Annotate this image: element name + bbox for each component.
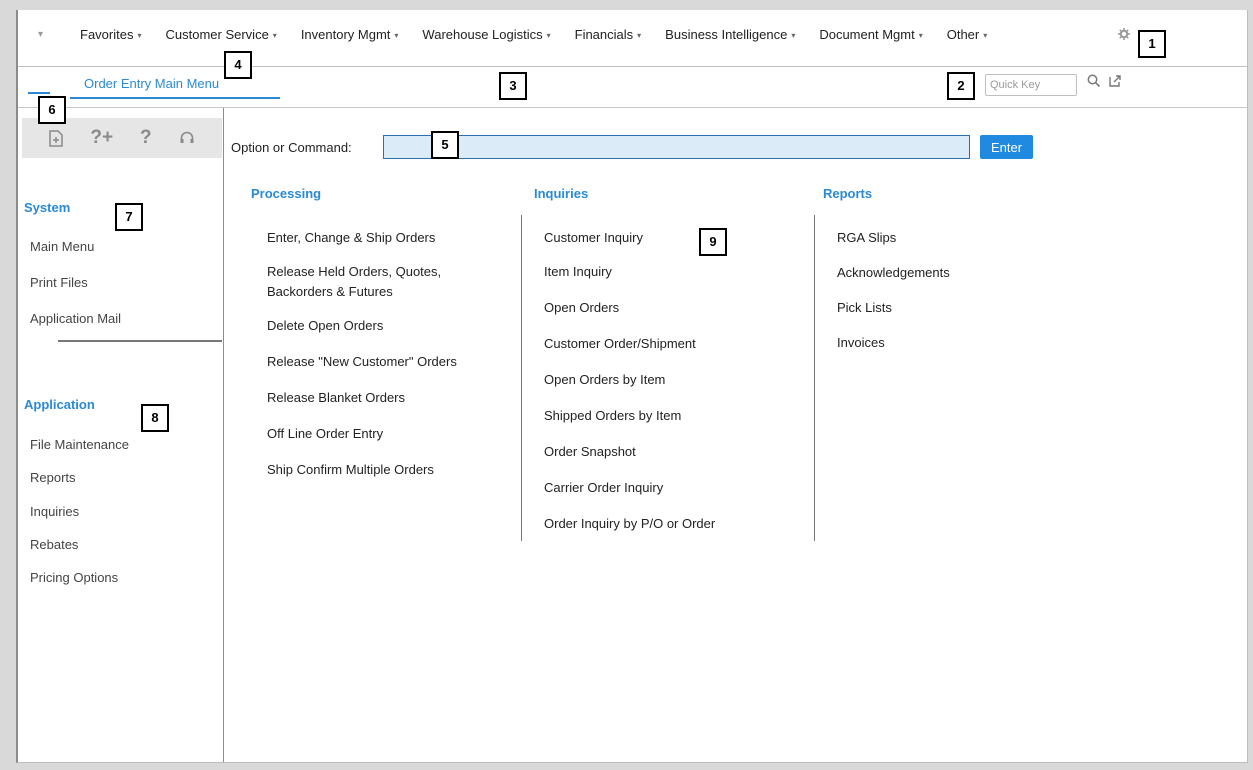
menu-link-pick-lists[interactable]: Pick Lists — [837, 298, 892, 318]
nav-item-customer-service[interactable]: Customer Service ▾ — [165, 27, 276, 42]
menu-link-shipped-orders-by-item[interactable]: Shipped Orders by Item — [544, 406, 681, 426]
help-plus-icon[interactable]: ?+ — [90, 127, 113, 149]
chevron-down-icon: ▾ — [272, 31, 277, 40]
reports-column: Reports — [823, 186, 872, 201]
callout-5: 5 — [431, 131, 459, 159]
sidebar-toolbar: ?+ ? — [22, 118, 222, 158]
menu-link-delete-open-orders[interactable]: Delete Open Orders — [267, 316, 383, 336]
menu-link-customer-order-shipment[interactable]: Customer Order/Shipment — [544, 334, 696, 354]
enter-button[interactable]: Enter — [980, 135, 1033, 159]
nav-item-document-mgmt[interactable]: Document Mgmt ▾ — [819, 27, 922, 42]
support-headset-icon[interactable] — [179, 130, 195, 146]
command-label: Option or Command: — [231, 140, 352, 155]
tab-order-entry-main-menu[interactable]: Order Entry Main Menu — [70, 76, 280, 99]
chevron-down-icon: ▾ — [394, 31, 399, 40]
menu-link-customer-inquiry[interactable]: Customer Inquiry — [544, 228, 643, 248]
nav-item-business-intelligence[interactable]: Business Intelligence ▾ — [665, 27, 795, 42]
quick-key-input[interactable] — [985, 74, 1077, 96]
menu-link-invoices[interactable]: Invoices — [837, 333, 885, 353]
callout-8: 8 — [141, 404, 169, 432]
menu-link-release-held-orders[interactable]: Release Held Orders, Quotes, — [267, 262, 441, 282]
top-nav: ▾ Favorites ▾ Customer Service ▾ Inventory… — [18, 10, 1247, 67]
nav-item-warehouse-logistics[interactable]: Warehouse Logistics ▾ — [422, 27, 550, 42]
menu-link-order-inquiry-by-po[interactable]: Order Inquiry by P/O or Order — [544, 514, 715, 534]
help-icon[interactable]: ? — [140, 127, 152, 149]
processing-column: Processing — [251, 186, 321, 201]
command-input[interactable] — [383, 135, 970, 159]
open-external-icon[interactable] — [1108, 74, 1124, 90]
menu-link-rga-slips[interactable]: RGA Slips — [837, 228, 896, 248]
callout-4: 4 — [224, 51, 252, 79]
nav-item-favorites[interactable]: Favorites ▾ — [80, 27, 141, 42]
nav-item-financials[interactable]: Financials ▾ — [575, 27, 642, 42]
callout-3: 3 — [499, 72, 527, 100]
sidebar-item-inquiries[interactable]: Inquiries — [30, 504, 79, 519]
menu-link-order-snapshot[interactable]: Order Snapshot — [544, 442, 636, 462]
menu-link-open-orders[interactable]: Open Orders — [544, 298, 619, 318]
menu-link-ship-confirm-multiple-orders[interactable]: Ship Confirm Multiple Orders — [267, 460, 434, 480]
chevron-down-icon: ▾ — [637, 31, 642, 40]
sidebar-item-pricing-options[interactable]: Pricing Options — [30, 570, 118, 585]
processing-heading: Processing — [251, 186, 322, 201]
callout-9: 9 — [699, 228, 727, 256]
menu-link-item-inquiry[interactable]: Item Inquiry — [544, 262, 612, 282]
sidebar-section-system: System — [24, 200, 71, 215]
menu-link-acknowledgements[interactable]: Acknowledgements — [837, 263, 950, 283]
inquiries-column: Inquiries — [534, 186, 588, 201]
sidebar-divider — [58, 340, 222, 342]
chevron-down-icon: ▾ — [137, 31, 142, 40]
callout-2: 2 — [947, 72, 975, 100]
menu-link-enter-change-ship-orders[interactable]: Enter, Change & Ship Orders — [267, 228, 435, 248]
sidebar-item-application-mail[interactable]: Application Mail — [30, 311, 121, 326]
callout-1: 1 — [1138, 30, 1166, 58]
reports-heading: Reports — [823, 186, 873, 201]
sidebar-item-rebates[interactable]: Rebates — [30, 537, 78, 552]
menu-link-open-orders-by-item[interactable]: Open Orders by Item — [544, 370, 665, 390]
chevron-down-icon: ▾ — [918, 31, 923, 40]
sidebar-item-reports[interactable]: Reports — [30, 470, 76, 485]
chevron-down-icon: ▾ — [546, 31, 551, 40]
nav-item-inventory-mgmt[interactable]: Inventory Mgmt ▾ — [301, 27, 399, 42]
sidebar-item-file-maintenance[interactable]: File Maintenance — [30, 437, 129, 452]
menu-link-off-line-order-entry[interactable]: Off Line Order Entry — [267, 424, 383, 444]
menu-link-release-new-customer-orders[interactable]: Release "New Customer" Orders — [267, 352, 457, 372]
inquiries-heading: Inquiries — [534, 186, 589, 201]
column-divider — [814, 215, 815, 541]
callout-6: 6 — [38, 96, 66, 124]
menu-link-release-blanket-orders[interactable]: Release Blanket Orders — [267, 388, 405, 408]
sidebar-item-print-files[interactable]: Print Files — [30, 275, 88, 290]
menu-link-release-held-orders-cont[interactable]: Backorders & Futures — [267, 282, 393, 302]
chevron-down-icon: ▾ — [791, 31, 796, 40]
nav-item-other[interactable]: Other ▾ — [947, 27, 988, 42]
chevron-down-icon: ▾ — [983, 31, 988, 40]
tab-indicator — [28, 92, 50, 94]
callout-7: 7 — [115, 203, 143, 231]
sidebar-section-application: Application — [24, 397, 95, 412]
search-icon[interactable] — [1087, 74, 1103, 90]
gear-icon[interactable] — [1118, 28, 1130, 43]
new-document-icon[interactable] — [49, 129, 64, 147]
nav-collapse-icon[interactable]: ▾ — [38, 29, 43, 40]
nav-menu: Favorites ▾ Customer Service ▾ Inventory M… — [80, 27, 1011, 42]
menu-link-carrier-order-inquiry[interactable]: Carrier Order Inquiry — [544, 478, 663, 498]
sidebar-item-main-menu[interactable]: Main Menu — [30, 239, 94, 254]
column-divider — [521, 215, 522, 541]
app-window: ▾ Favorites ▾ Customer Service ▾ Inventory… — [16, 10, 1248, 763]
